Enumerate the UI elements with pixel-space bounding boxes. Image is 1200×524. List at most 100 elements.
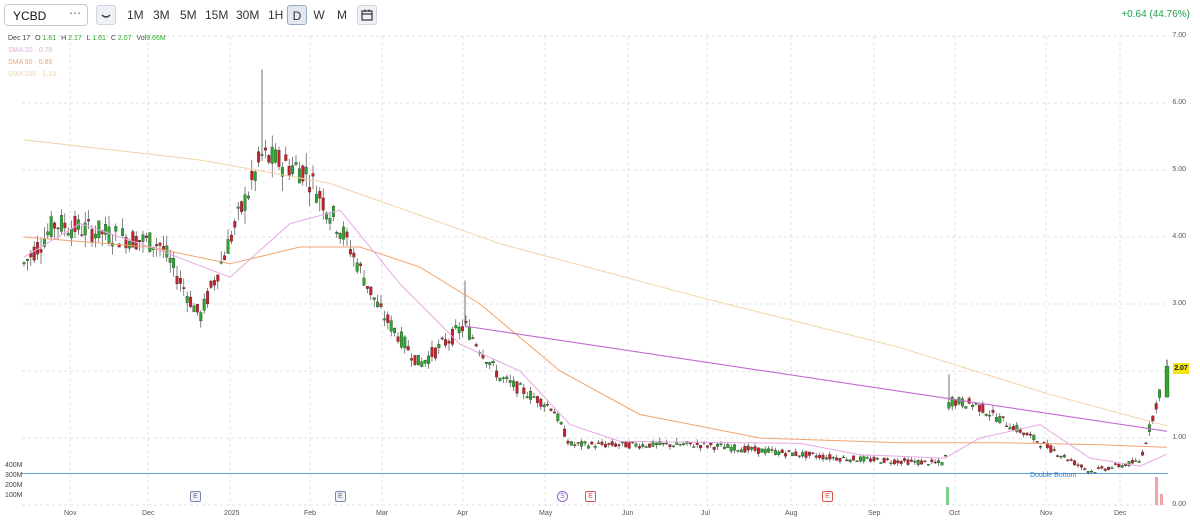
candle xyxy=(790,452,794,457)
candle xyxy=(614,443,618,447)
candle xyxy=(1079,464,1083,468)
candle xyxy=(294,162,298,165)
candle xyxy=(733,444,737,451)
candle xyxy=(1130,460,1134,464)
candle xyxy=(352,252,356,258)
candle xyxy=(804,451,808,458)
candle xyxy=(253,171,257,181)
candle xyxy=(1005,425,1009,428)
candle xyxy=(114,226,118,232)
candle xyxy=(648,443,652,448)
pattern-label: Double Bottom xyxy=(1030,472,1077,479)
candle xyxy=(896,460,900,464)
candle xyxy=(1110,467,1114,469)
candle xyxy=(182,287,186,289)
candle xyxy=(726,444,730,448)
candle xyxy=(869,458,873,462)
candle xyxy=(848,459,852,462)
legend-low: L 1.61 xyxy=(87,35,106,42)
volume-bar xyxy=(946,487,949,505)
candle xyxy=(178,278,182,284)
y-tick-label: 7.00 xyxy=(1172,32,1186,39)
x-tick-label: 2025 xyxy=(224,510,240,517)
candle xyxy=(209,280,213,288)
candle xyxy=(855,460,859,463)
candle xyxy=(382,318,386,321)
candle xyxy=(739,449,743,453)
candle xyxy=(495,370,499,378)
legend-low-value: 1.61 xyxy=(92,35,106,42)
candle xyxy=(212,280,216,286)
candle xyxy=(811,452,815,454)
candle xyxy=(1022,432,1026,435)
candle xyxy=(73,215,77,232)
candle xyxy=(940,462,944,466)
candle xyxy=(641,444,645,447)
candle xyxy=(542,404,546,408)
y-tick-label: 3.00 xyxy=(1172,300,1186,307)
candle xyxy=(250,170,254,180)
candle xyxy=(705,445,709,448)
candle xyxy=(192,305,196,313)
candle xyxy=(1039,446,1043,448)
price-chart[interactable] xyxy=(0,0,1200,524)
legend-volume-label: Vol xyxy=(136,35,147,42)
x-tick-label: May xyxy=(539,510,553,517)
volume-tick-label: 300M xyxy=(5,472,23,479)
event-marker-e[interactable]: E xyxy=(822,491,833,502)
x-tick-label: Aug xyxy=(785,510,798,517)
candle xyxy=(610,441,614,446)
candle xyxy=(899,461,903,464)
candle xyxy=(1137,461,1141,463)
candle xyxy=(947,402,951,409)
candle xyxy=(627,442,631,449)
candle xyxy=(49,216,53,237)
event-marker-e[interactable]: E xyxy=(585,491,596,502)
candle xyxy=(386,314,390,323)
x-tick-label: Feb xyxy=(304,510,317,517)
event-marker-e[interactable]: E xyxy=(190,491,201,502)
event-marker-s[interactable]: S xyxy=(557,491,568,502)
candle xyxy=(1120,465,1124,468)
candle xyxy=(865,457,869,459)
candle xyxy=(756,447,760,454)
x-tick-label: Apr xyxy=(457,510,468,517)
candle xyxy=(994,416,998,422)
legend-date: Dec 17 xyxy=(8,35,31,42)
candle xyxy=(699,445,703,449)
candle xyxy=(70,228,74,239)
candle xyxy=(1069,459,1073,461)
candle xyxy=(525,396,529,399)
candle xyxy=(1083,468,1087,470)
candle xyxy=(1100,466,1104,469)
legend-volume: Vol9.66M xyxy=(136,35,165,42)
candle xyxy=(63,222,67,229)
candle xyxy=(695,442,699,445)
event-marker-e[interactable]: E xyxy=(335,491,346,502)
candle xyxy=(787,450,791,452)
candle xyxy=(886,458,890,461)
candle xyxy=(39,249,43,253)
last-price-tag: 2.07 xyxy=(1173,363,1189,374)
legend-high-value: 2.17 xyxy=(68,35,82,42)
candle xyxy=(372,297,376,300)
candle xyxy=(216,274,220,282)
candle xyxy=(1076,464,1080,466)
candle xyxy=(1113,463,1117,465)
candle xyxy=(763,448,767,454)
candle xyxy=(600,441,604,445)
candle xyxy=(1134,460,1138,462)
candle xyxy=(257,151,261,163)
candle xyxy=(1008,427,1012,430)
candle xyxy=(665,442,669,445)
candle xyxy=(777,451,781,455)
volume-tick-label: 200M xyxy=(5,482,23,489)
candle xyxy=(246,195,250,199)
x-tick-label: Mar xyxy=(376,510,389,517)
candle xyxy=(1141,451,1145,456)
candle xyxy=(195,304,199,313)
candle xyxy=(916,460,920,465)
candle xyxy=(841,456,845,459)
candle xyxy=(348,249,352,255)
candle xyxy=(988,415,992,417)
